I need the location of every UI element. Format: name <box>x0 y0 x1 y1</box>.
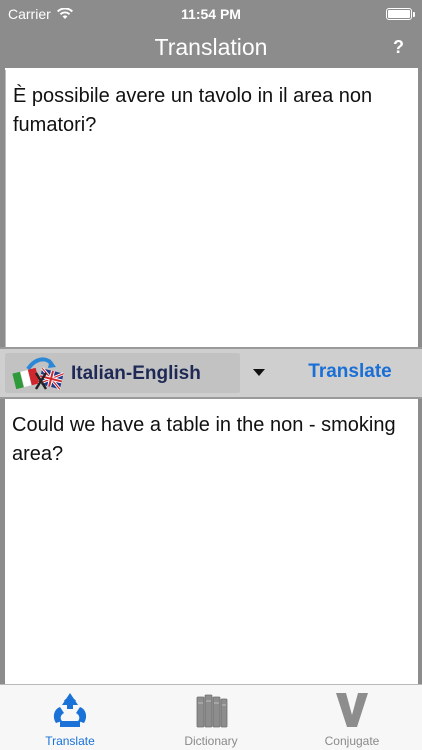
battery-icon <box>386 8 415 20</box>
language-pair-label: Italian-English <box>71 363 201 384</box>
books-icon <box>196 694 228 728</box>
navigation-bar: Translation ? <box>0 28 422 68</box>
translate-button[interactable]: Translate <box>290 361 410 383</box>
status-bar: Carrier 11:54 PM <box>0 0 422 28</box>
tab-bar: Translate Dictionary Conjugate <box>0 684 422 750</box>
source-text-input[interactable]: È possibile avere un tavolo in il area n… <box>5 70 418 347</box>
battery-level <box>388 10 410 18</box>
tab-conjugate[interactable]: Conjugate <box>282 685 422 750</box>
page-title: Translation <box>154 34 268 60</box>
letter-v-icon <box>336 693 368 727</box>
translation-result-text: Could we have a table in the non - smoki… <box>5 401 418 681</box>
tab-dictionary-label: Dictionary <box>184 734 238 748</box>
status-time: 11:54 PM <box>181 6 241 22</box>
tab-translate[interactable]: Translate <box>0 685 140 750</box>
tab-dictionary[interactable]: Dictionary <box>141 685 281 750</box>
language-bar: Italian-English Translate <box>0 347 422 399</box>
language-pair-selector[interactable]: Italian-English <box>5 353 240 393</box>
chevron-down-icon[interactable] <box>253 369 265 376</box>
tab-translate-label: Translate <box>45 734 95 748</box>
italy-uk-flags-icon <box>12 357 65 391</box>
tab-conjugate-label: Conjugate <box>324 734 380 748</box>
battery-tip <box>413 12 415 17</box>
top-chrome: Carrier 11:54 PM Translation ? <box>0 0 422 68</box>
translate-recycle-icon <box>53 693 87 727</box>
help-button[interactable]: ? <box>393 37 404 58</box>
